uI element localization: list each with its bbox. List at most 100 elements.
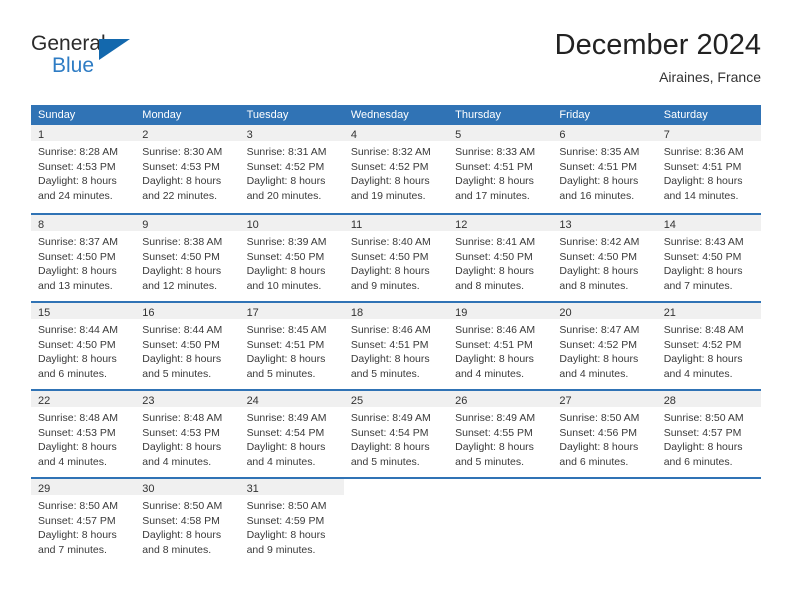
day-cell[interactable]: 3 Sunrise: 8:31 AM Sunset: 4:52 PM Dayli… [239, 125, 344, 213]
week-row: 8 Sunrise: 8:37 AM Sunset: 4:50 PM Dayli… [31, 213, 761, 301]
day-cell[interactable]: 21 Sunrise: 8:48 AM Sunset: 4:52 PM Dayl… [656, 303, 761, 389]
sunrise-text: Sunrise: 8:32 AM [350, 146, 431, 158]
sunset-text: Sunset: 4:53 PM [142, 426, 220, 439]
day-info: Sunrise: 8:46 AM Sunset: 4:51 PM Dayligh… [448, 319, 552, 381]
day-number: 3 [246, 129, 253, 141]
sunset-text: Sunset: 4:52 PM [559, 338, 638, 351]
day-cell[interactable]: 12 Sunrise: 8:41 AM Sunset: 4:50 PM Dayl… [448, 215, 553, 301]
day-number-band: 27 [552, 391, 657, 407]
daylight-text-line2: and 4 minutes. [38, 455, 107, 468]
daylight-text-line1: Daylight: 8 hours [559, 175, 639, 187]
day-cell[interactable]: 5 Sunrise: 8:33 AM Sunset: 4:51 PM Dayli… [448, 125, 553, 213]
sunrise-text: Sunrise: 8:43 AM [663, 236, 744, 248]
daylight-text-line1: Daylight: 8 hours [455, 441, 534, 453]
day-number-band [448, 479, 553, 495]
day-number-band: 25 [343, 391, 449, 407]
day-cell[interactable]: 28 Sunrise: 8:50 AM Sunset: 4:57 PM Dayl… [656, 391, 761, 477]
day-cell[interactable]: 11 Sunrise: 8:40 AM Sunset: 4:50 PM Dayl… [343, 215, 449, 301]
day-cell[interactable]: 16 Sunrise: 8:44 AM Sunset: 4:50 PM Dayl… [135, 303, 240, 389]
sunrise-text: Sunrise: 8:49 AM [455, 412, 536, 424]
sunrise-text: Sunrise: 8:45 AM [246, 324, 327, 336]
daylight-text-line2: and 4 minutes. [142, 455, 212, 468]
day-info: Sunrise: 8:50 AM Sunset: 4:57 PM Dayligh… [31, 495, 135, 557]
daylight-text-line2: and 13 minutes. [38, 279, 113, 292]
day-cell[interactable]: 19 Sunrise: 8:46 AM Sunset: 4:51 PM Dayl… [448, 303, 553, 389]
day-number: 16 [142, 307, 155, 319]
day-cell[interactable]: 1 Sunrise: 8:28 AM Sunset: 4:53 PM Dayli… [31, 125, 136, 213]
day-number: 25 [350, 395, 364, 407]
day-cell[interactable]: 22 Sunrise: 8:48 AM Sunset: 4:53 PM Dayl… [31, 391, 136, 477]
general-blue-logo: General Blue [31, 32, 151, 84]
sunrise-text: Sunrise: 8:36 AM [663, 146, 744, 158]
sunset-text: Sunset: 4:51 PM [559, 160, 638, 173]
day-cell[interactable]: 13 Sunrise: 8:42 AM Sunset: 4:50 PM Dayl… [552, 215, 657, 301]
day-cell[interactable]: 7 Sunrise: 8:36 AM Sunset: 4:51 PM Dayli… [656, 125, 761, 213]
day-cell[interactable]: 2 Sunrise: 8:30 AM Sunset: 4:53 PM Dayli… [135, 125, 240, 213]
daylight-text-line2: and 4 minutes. [246, 455, 316, 468]
sunset-text: Sunset: 4:53 PM [38, 160, 116, 173]
sunset-text: Sunset: 4:52 PM [663, 338, 742, 351]
day-info: Sunrise: 8:30 AM Sunset: 4:53 PM Dayligh… [135, 141, 239, 203]
day-cell[interactable]: 27 Sunrise: 8:50 AM Sunset: 4:56 PM Dayl… [552, 391, 657, 477]
daylight-text-line2: and 4 minutes. [663, 367, 733, 380]
day-info: Sunrise: 8:43 AM Sunset: 4:50 PM Dayligh… [657, 231, 761, 293]
day-cell[interactable]: 6 Sunrise: 8:35 AM Sunset: 4:51 PM Dayli… [552, 125, 657, 213]
day-number: 28 [663, 395, 676, 407]
day-cell[interactable]: 17 Sunrise: 8:45 AM Sunset: 4:51 PM Dayl… [239, 303, 344, 389]
day-number: 10 [246, 219, 259, 231]
day-cell[interactable]: 8 Sunrise: 8:37 AM Sunset: 4:50 PM Dayli… [31, 215, 136, 301]
sunset-text: Sunset: 4:54 PM [350, 426, 429, 439]
sunset-text: Sunset: 4:50 PM [38, 250, 116, 263]
day-cell[interactable]: 23 Sunrise: 8:48 AM Sunset: 4:53 PM Dayl… [135, 391, 240, 477]
day-cell[interactable]: 15 Sunrise: 8:44 AM Sunset: 4:50 PM Dayl… [31, 303, 136, 389]
sunset-text: Sunset: 4:51 PM [350, 338, 429, 351]
day-number-band [656, 479, 761, 495]
sunset-text: Sunset: 4:53 PM [142, 160, 220, 173]
sunset-text: Sunset: 4:55 PM [455, 426, 533, 439]
day-number-band: 3 [239, 125, 344, 141]
daylight-text-line1: Daylight: 8 hours [246, 175, 326, 187]
day-cell[interactable]: 4 Sunrise: 8:32 AM Sunset: 4:52 PM Dayli… [343, 125, 449, 213]
daylight-text-line2: and 5 minutes. [350, 367, 420, 380]
sunset-text: Sunset: 4:50 PM [38, 338, 116, 351]
day-cell[interactable]: 18 Sunrise: 8:46 AM Sunset: 4:51 PM Dayl… [343, 303, 449, 389]
daylight-text-line1: Daylight: 8 hours [350, 265, 430, 277]
day-number-band: 7 [656, 125, 761, 141]
day-number-band [552, 479, 657, 495]
day-number-band: 23 [135, 391, 240, 407]
day-number-band: 24 [239, 391, 344, 407]
day-info: Sunrise: 8:40 AM Sunset: 4:50 PM Dayligh… [344, 231, 448, 293]
sunrise-text: Sunrise: 8:39 AM [246, 236, 327, 248]
day-cell[interactable]: 24 Sunrise: 8:49 AM Sunset: 4:54 PM Dayl… [239, 391, 344, 477]
day-number-band: 11 [343, 215, 449, 231]
day-cell[interactable]: 26 Sunrise: 8:49 AM Sunset: 4:55 PM Dayl… [448, 391, 553, 477]
daylight-text-line1: Daylight: 8 hours [455, 265, 534, 277]
day-number: 12 [455, 219, 468, 231]
day-cell-empty [656, 479, 761, 565]
sunrise-text: Sunrise: 8:38 AM [142, 236, 223, 248]
sunrise-text: Sunrise: 8:49 AM [350, 412, 431, 424]
day-cell[interactable]: 10 Sunrise: 8:39 AM Sunset: 4:50 PM Dayl… [239, 215, 344, 301]
day-cell[interactable]: 29 Sunrise: 8:50 AM Sunset: 4:57 PM Dayl… [31, 479, 136, 565]
day-number-band: 29 [31, 479, 136, 495]
day-number: 11 [350, 219, 363, 231]
day-info: Sunrise: 8:47 AM Sunset: 4:52 PM Dayligh… [552, 319, 656, 381]
week-row: 1 Sunrise: 8:28 AM Sunset: 4:53 PM Dayli… [31, 125, 761, 213]
day-cell[interactable]: 14 Sunrise: 8:43 AM Sunset: 4:50 PM Dayl… [656, 215, 761, 301]
day-info: Sunrise: 8:45 AM Sunset: 4:51 PM Dayligh… [240, 319, 344, 381]
day-cell[interactable]: 31 Sunrise: 8:50 AM Sunset: 4:59 PM Dayl… [239, 479, 344, 565]
day-cell[interactable]: 20 Sunrise: 8:47 AM Sunset: 4:52 PM Dayl… [552, 303, 657, 389]
daylight-text-line1: Daylight: 8 hours [455, 353, 534, 365]
daylight-text-line1: Daylight: 8 hours [38, 265, 117, 277]
day-cell[interactable]: 9 Sunrise: 8:38 AM Sunset: 4:50 PM Dayli… [135, 215, 240, 301]
sunset-text: Sunset: 4:50 PM [455, 250, 533, 263]
daylight-text-line2: and 5 minutes. [246, 367, 316, 380]
day-info: Sunrise: 8:49 AM Sunset: 4:55 PM Dayligh… [448, 407, 552, 469]
sunset-text: Sunset: 4:50 PM [142, 250, 220, 263]
day-number-band: 17 [239, 303, 344, 319]
daylight-text-line2: and 16 minutes. [559, 189, 635, 202]
day-cell[interactable]: 30 Sunrise: 8:50 AM Sunset: 4:58 PM Dayl… [135, 479, 240, 565]
sunset-text: Sunset: 4:59 PM [246, 514, 325, 527]
day-cell[interactable]: 25 Sunrise: 8:49 AM Sunset: 4:54 PM Dayl… [343, 391, 449, 477]
sunset-text: Sunset: 4:51 PM [455, 160, 533, 173]
